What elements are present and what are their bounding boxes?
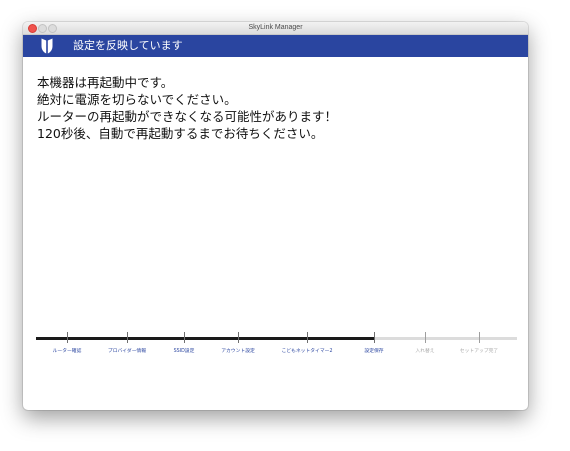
message-line: ルーターの再起動ができなくなる可能性があります！ (37, 109, 338, 124)
progress-step-marker (127, 332, 128, 343)
progress-step-label: こどもネットタイマー2 (281, 349, 333, 354)
progress-track (36, 337, 517, 340)
progress-step-label: セットアップ完了 (459, 349, 499, 354)
progress-step-marker (238, 332, 239, 343)
progress-step-marker (425, 332, 426, 343)
message-line: 120秒後、自動で再起動するまでお待ちください。 (37, 126, 324, 141)
app-window: SkyLink Manager 設定を反映しています 本機器は再起動中です。 絶… (23, 22, 528, 410)
progress-step-marker (184, 332, 185, 343)
window-title: SkyLink Manager (248, 24, 303, 31)
progress-step-marker (374, 332, 375, 343)
progress-step-label: アカウント設定 (221, 349, 255, 354)
progress-step-label: ルーター確認 (52, 349, 82, 354)
message-line: 本機器は再起動中です。 (37, 75, 174, 90)
shield-logo-icon (41, 38, 53, 54)
progress-step-marker (307, 332, 308, 343)
header-title: 設定を反映しています (73, 39, 183, 52)
progress-step-label: 入れ替え (415, 349, 435, 354)
status-message: 本機器は再起動中です。 絶対に電源を切らないでください。 ルーターの再起動ができ… (37, 74, 517, 142)
progress-step-marker (479, 332, 480, 343)
progress-step-label: 設定保存 (364, 349, 384, 354)
progress-step-marker (67, 332, 68, 343)
message-line: 絶対に電源を切らないでください。 (37, 92, 237, 107)
progress-step-label: プロバイダー情報 (107, 349, 147, 354)
progress-fill (36, 337, 374, 340)
window-titlebar[interactable]: SkyLink Manager (23, 22, 528, 35)
progress-step-label: SSID設定 (173, 349, 195, 354)
header-bar: 設定を反映しています (23, 35, 528, 57)
